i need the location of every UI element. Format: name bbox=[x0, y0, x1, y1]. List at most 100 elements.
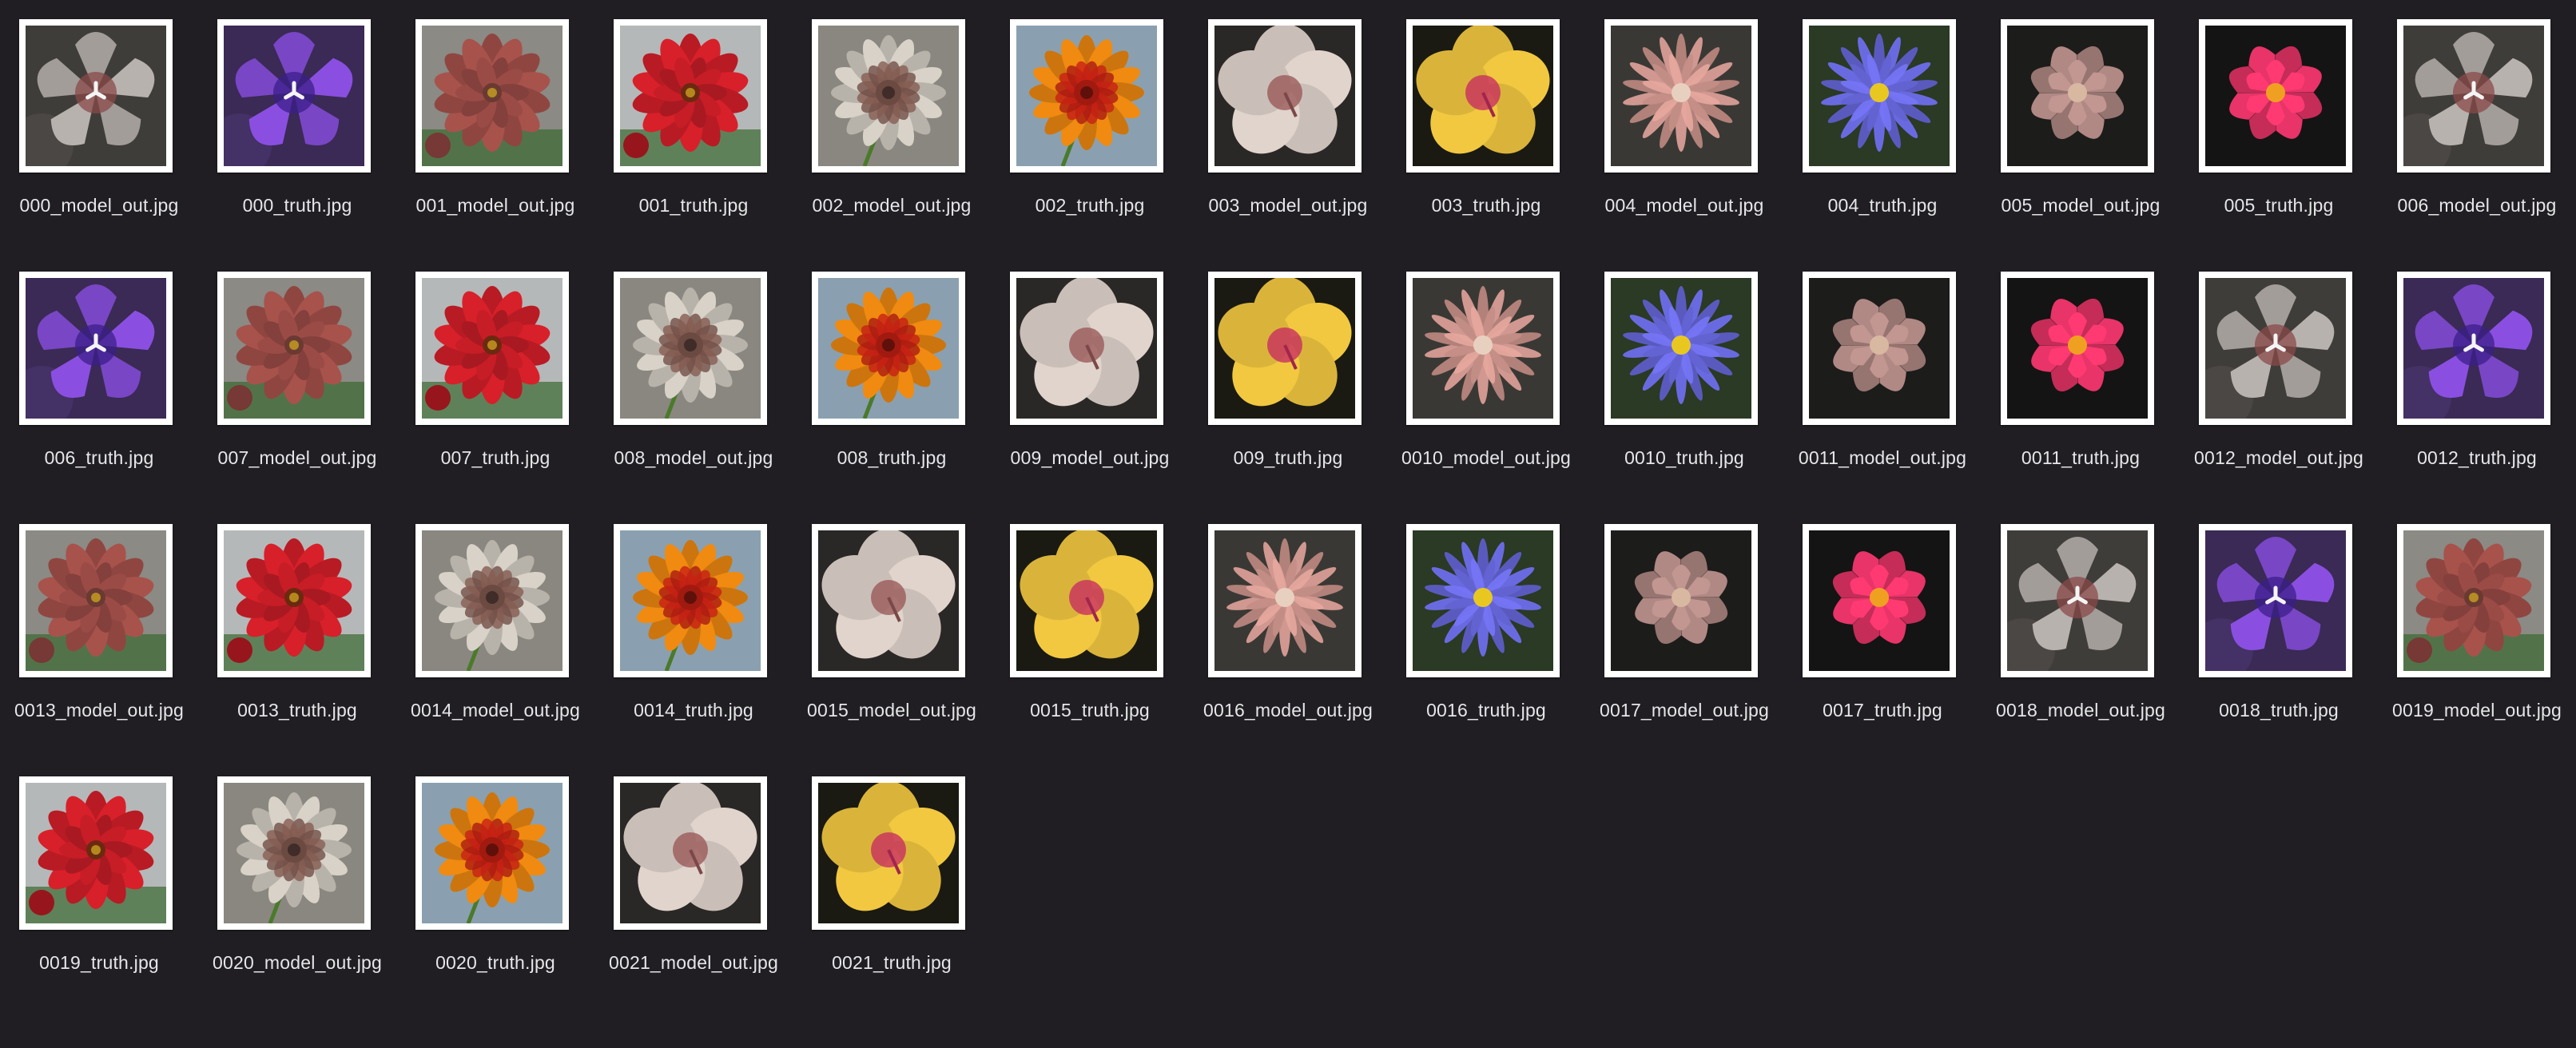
file-name[interactable]: 0015_model_out.jpg bbox=[793, 700, 991, 721]
file-thumbnail[interactable] bbox=[217, 19, 371, 173]
file-thumbnail[interactable] bbox=[2397, 524, 2550, 677]
file-name[interactable]: 007_model_out.jpg bbox=[198, 447, 396, 469]
file-name[interactable]: 003_truth.jpg bbox=[1387, 195, 1585, 216]
file-thumbnail[interactable] bbox=[19, 776, 173, 930]
file-name[interactable]: 009_model_out.jpg bbox=[991, 447, 1189, 469]
file-name[interactable]: 006_model_out.jpg bbox=[2378, 195, 2576, 216]
file-item[interactable]: 0019_truth.jpg bbox=[0, 757, 198, 997]
file-item[interactable]: 0019_model_out.jpg bbox=[2378, 505, 2576, 744]
file-thumbnail[interactable] bbox=[19, 524, 173, 677]
file-name[interactable]: 009_truth.jpg bbox=[1189, 447, 1387, 469]
file-thumbnail[interactable] bbox=[1010, 19, 1163, 173]
file-item[interactable]: 002_truth.jpg bbox=[991, 0, 1189, 240]
file-name[interactable]: 005_model_out.jpg bbox=[1982, 195, 2180, 216]
file-thumbnail[interactable] bbox=[19, 19, 173, 173]
file-name[interactable]: 0014_truth.jpg bbox=[594, 700, 793, 721]
file-name[interactable]: 0013_model_out.jpg bbox=[0, 700, 198, 721]
file-name[interactable]: 0014_model_out.jpg bbox=[396, 700, 594, 721]
file-thumbnail[interactable] bbox=[1208, 272, 1362, 425]
file-thumbnail[interactable] bbox=[415, 19, 569, 173]
file-item[interactable]: 0011_truth.jpg bbox=[1982, 252, 2180, 492]
file-name[interactable]: 008_truth.jpg bbox=[793, 447, 991, 469]
file-thumbnail[interactable] bbox=[415, 272, 569, 425]
file-name[interactable]: 0015_truth.jpg bbox=[991, 700, 1189, 721]
file-name[interactable]: 0013_truth.jpg bbox=[198, 700, 396, 721]
file-item[interactable]: 0010_model_out.jpg bbox=[1387, 252, 1585, 492]
file-thumbnail[interactable] bbox=[2001, 524, 2154, 677]
file-thumbnail[interactable] bbox=[1010, 272, 1163, 425]
file-name[interactable]: 001_model_out.jpg bbox=[396, 195, 594, 216]
file-item[interactable]: 008_model_out.jpg bbox=[594, 252, 793, 492]
file-item[interactable]: 0010_truth.jpg bbox=[1585, 252, 1783, 492]
file-thumbnail[interactable] bbox=[1604, 272, 1758, 425]
file-name[interactable]: 000_truth.jpg bbox=[198, 195, 396, 216]
file-item[interactable]: 0013_model_out.jpg bbox=[0, 505, 198, 744]
file-name[interactable]: 0020_truth.jpg bbox=[396, 952, 594, 974]
file-thumbnail[interactable] bbox=[1406, 272, 1560, 425]
file-thumbnail[interactable] bbox=[415, 524, 569, 677]
file-name[interactable]: 004_truth.jpg bbox=[1783, 195, 1982, 216]
file-thumbnail[interactable] bbox=[1406, 524, 1560, 677]
file-name[interactable]: 0011_model_out.jpg bbox=[1783, 447, 1982, 469]
file-thumbnail[interactable] bbox=[614, 524, 767, 677]
file-thumbnail[interactable] bbox=[1406, 19, 1560, 173]
file-name[interactable]: 0010_truth.jpg bbox=[1585, 447, 1783, 469]
file-name[interactable]: 0019_truth.jpg bbox=[0, 952, 198, 974]
file-item[interactable]: 0014_model_out.jpg bbox=[396, 505, 594, 744]
file-item[interactable]: 0012_truth.jpg bbox=[2378, 252, 2576, 492]
file-thumbnail[interactable] bbox=[2001, 19, 2154, 173]
file-thumbnail[interactable] bbox=[2199, 19, 2352, 173]
file-item[interactable]: 008_truth.jpg bbox=[793, 252, 991, 492]
file-thumbnail[interactable] bbox=[217, 524, 371, 677]
file-thumbnail[interactable] bbox=[614, 19, 767, 173]
file-name[interactable]: 0010_model_out.jpg bbox=[1387, 447, 1585, 469]
file-name[interactable]: 0018_model_out.jpg bbox=[1982, 700, 2180, 721]
file-item[interactable]: 001_truth.jpg bbox=[594, 0, 793, 240]
file-thumbnail[interactable] bbox=[1803, 19, 1956, 173]
file-item[interactable]: 0015_truth.jpg bbox=[991, 505, 1189, 744]
file-thumbnail[interactable] bbox=[2001, 272, 2154, 425]
file-thumbnail[interactable] bbox=[415, 776, 569, 930]
file-item[interactable]: 0016_model_out.jpg bbox=[1189, 505, 1387, 744]
file-name[interactable]: 0017_truth.jpg bbox=[1783, 700, 1982, 721]
file-thumbnail[interactable] bbox=[2199, 272, 2352, 425]
file-thumbnail[interactable] bbox=[812, 272, 965, 425]
file-item[interactable]: 0015_model_out.jpg bbox=[793, 505, 991, 744]
file-thumbnail[interactable] bbox=[1208, 19, 1362, 173]
file-item[interactable]: 0021_truth.jpg bbox=[793, 757, 991, 997]
file-item[interactable]: 006_model_out.jpg bbox=[2378, 0, 2576, 240]
file-item[interactable]: 0014_truth.jpg bbox=[594, 505, 793, 744]
file-item[interactable]: 0018_truth.jpg bbox=[2180, 505, 2378, 744]
file-item[interactable]: 003_truth.jpg bbox=[1387, 0, 1585, 240]
file-item[interactable]: 0017_model_out.jpg bbox=[1585, 505, 1783, 744]
file-item[interactable]: 0016_truth.jpg bbox=[1387, 505, 1585, 744]
file-name[interactable]: 0011_truth.jpg bbox=[1982, 447, 2180, 469]
file-thumbnail[interactable] bbox=[812, 524, 965, 677]
file-item[interactable]: 004_model_out.jpg bbox=[1585, 0, 1783, 240]
file-item[interactable]: 0018_model_out.jpg bbox=[1982, 505, 2180, 744]
file-thumbnail[interactable] bbox=[1803, 524, 1956, 677]
file-thumbnail[interactable] bbox=[1208, 524, 1362, 677]
file-item[interactable]: 002_model_out.jpg bbox=[793, 0, 991, 240]
file-name[interactable]: 0012_truth.jpg bbox=[2378, 447, 2576, 469]
file-thumbnail[interactable] bbox=[2397, 272, 2550, 425]
file-item[interactable]: 0012_model_out.jpg bbox=[2180, 252, 2378, 492]
file-item[interactable]: 005_truth.jpg bbox=[2180, 0, 2378, 240]
file-thumbnail[interactable] bbox=[614, 272, 767, 425]
file-item[interactable]: 0020_model_out.jpg bbox=[198, 757, 396, 997]
file-name[interactable]: 001_truth.jpg bbox=[594, 195, 793, 216]
file-thumbnail[interactable] bbox=[1604, 524, 1758, 677]
file-name[interactable]: 003_model_out.jpg bbox=[1189, 195, 1387, 216]
file-item[interactable]: 006_truth.jpg bbox=[0, 252, 198, 492]
file-item[interactable]: 0011_model_out.jpg bbox=[1783, 252, 1982, 492]
file-name[interactable]: 0017_model_out.jpg bbox=[1585, 700, 1783, 721]
file-name[interactable]: 005_truth.jpg bbox=[2180, 195, 2378, 216]
file-name[interactable]: 0016_model_out.jpg bbox=[1189, 700, 1387, 721]
file-thumbnail[interactable] bbox=[1010, 524, 1163, 677]
file-item[interactable]: 0020_truth.jpg bbox=[396, 757, 594, 997]
file-thumbnail[interactable] bbox=[1803, 272, 1956, 425]
file-item[interactable]: 000_truth.jpg bbox=[198, 0, 396, 240]
file-name[interactable]: 000_model_out.jpg bbox=[0, 195, 198, 216]
file-name[interactable]: 0020_model_out.jpg bbox=[198, 952, 396, 974]
file-item[interactable]: 0021_model_out.jpg bbox=[594, 757, 793, 997]
